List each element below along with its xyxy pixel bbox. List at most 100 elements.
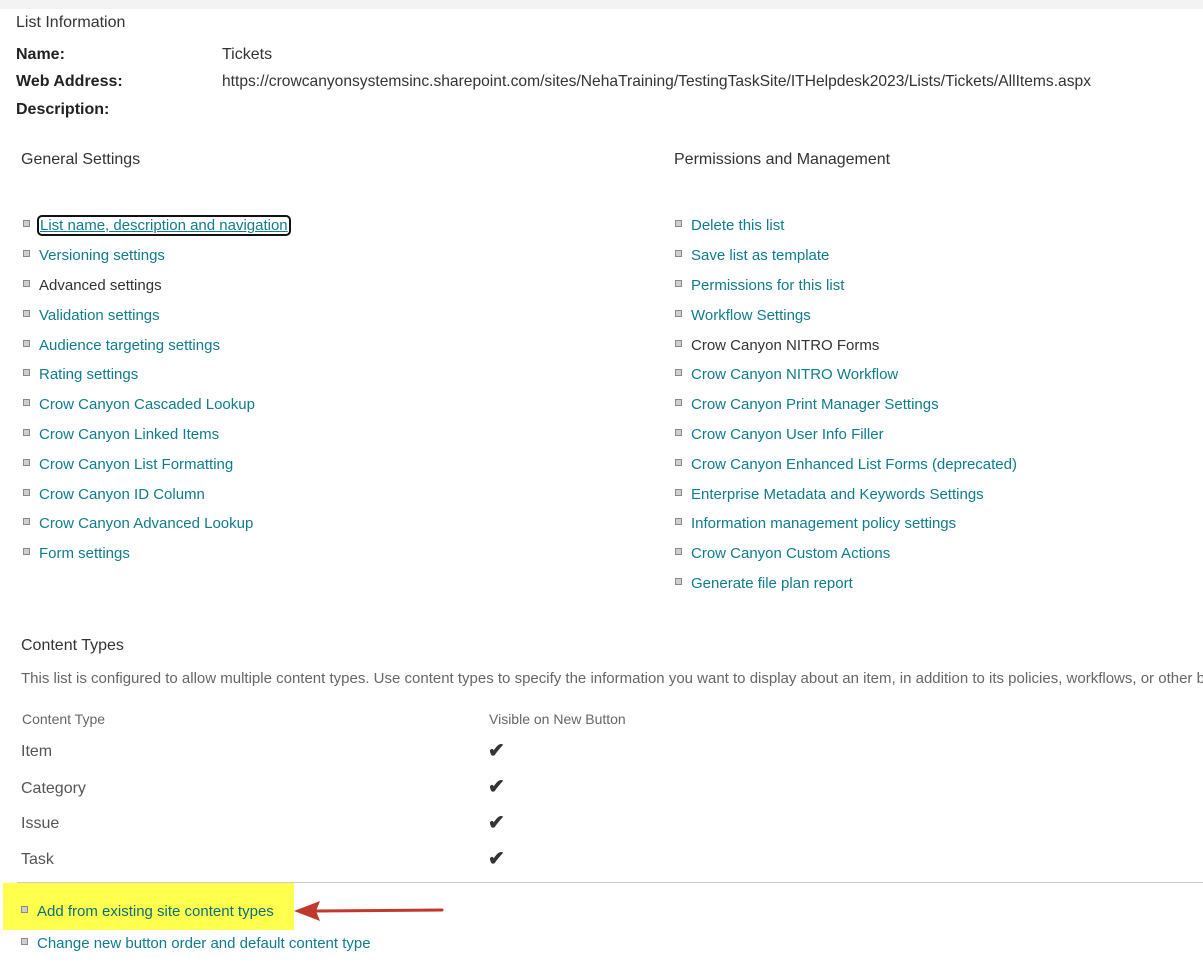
bullet-icon — [23, 250, 30, 258]
bullet-icon — [675, 250, 682, 258]
nitro-forms-link[interactable]: Crow Canyon NITRO Forms — [691, 337, 879, 354]
content-types-description: This list is configured to allow multipl… — [21, 670, 1203, 687]
linked-items-link[interactable]: Crow Canyon Linked Items — [39, 426, 219, 443]
list-information-heading: List Information — [16, 14, 126, 31]
bullet-icon — [675, 488, 682, 496]
visible-on-new-button-column-header: Visible on New Button — [489, 711, 626, 727]
rating-settings-link[interactable]: Rating settings — [39, 366, 138, 383]
name-value: Tickets — [222, 46, 273, 63]
list-item: Workflow Settings — [675, 300, 1017, 330]
bullet-icon — [675, 577, 682, 585]
list-item: Rating settings — [23, 360, 289, 390]
permissions-management-list: Delete this list Save list as template P… — [675, 211, 1017, 598]
id-column-link[interactable]: Crow Canyon ID Column — [39, 486, 205, 503]
list-item: Validation settings — [23, 300, 289, 330]
bullet-icon — [23, 399, 30, 407]
web-address-label: Web Address: — [16, 73, 123, 90]
top-bar — [0, 0, 1203, 9]
list-item: Crow Canyon Print Manager Settings — [675, 390, 1017, 420]
list-item: Information management policy settings — [675, 509, 1017, 539]
cascaded-lookup-link[interactable]: Crow Canyon Cascaded Lookup — [39, 396, 255, 413]
checkmark-icon: ✔ — [488, 740, 505, 762]
general-settings-heading: General Settings — [21, 151, 141, 168]
bullet-icon — [675, 548, 682, 556]
advanced-lookup-link[interactable]: Crow Canyon Advanced Lookup — [39, 515, 253, 532]
list-item: Audience targeting settings — [23, 330, 289, 360]
add-existing-content-types-link[interactable]: Add from existing site content types — [37, 903, 274, 920]
checkmark-icon: ✔ — [488, 776, 505, 798]
bullet-icon — [675, 428, 682, 436]
workflow-settings-link[interactable]: Workflow Settings — [691, 307, 811, 324]
content-type-task[interactable]: Task — [21, 851, 54, 869]
list-item: Delete this list — [675, 211, 1017, 241]
audience-targeting-settings-link[interactable]: Audience targeting settings — [39, 337, 220, 354]
list-item: Permissions for this list — [675, 271, 1017, 301]
print-manager-settings-link[interactable]: Crow Canyon Print Manager Settings — [691, 396, 939, 413]
bullet-icon — [23, 488, 30, 496]
bullet-icon — [675, 458, 682, 466]
list-item: Crow Canyon User Info Filler — [675, 420, 1017, 450]
bullet-icon — [23, 458, 30, 466]
bullet-icon — [675, 399, 682, 407]
permissions-link[interactable]: Permissions for this list — [691, 277, 844, 294]
bullet-icon — [21, 905, 28, 913]
bullet-icon — [23, 279, 30, 287]
checkmark-icon: ✔ — [488, 812, 505, 834]
delete-list-link[interactable]: Delete this list — [691, 217, 784, 234]
custom-actions-link[interactable]: Crow Canyon Custom Actions — [691, 545, 890, 562]
enterprise-metadata-link[interactable]: Enterprise Metadata and Keywords Setting… — [691, 486, 984, 503]
list-item: Save list as template — [675, 241, 1017, 271]
list-item: Crow Canyon Linked Items — [23, 420, 289, 450]
list-item: Crow Canyon Custom Actions — [675, 539, 1017, 569]
list-item: Advanced settings — [23, 271, 289, 301]
content-type-issue[interactable]: Issue — [21, 815, 59, 833]
description-label: Description: — [16, 101, 110, 118]
list-item: Enterprise Metadata and Keywords Setting… — [675, 479, 1017, 509]
general-settings-list: List name, description and navigation Ve… — [23, 211, 291, 569]
advanced-settings-link[interactable]: Advanced settings — [39, 277, 162, 294]
list-item: Form settings — [23, 539, 289, 569]
bullet-icon — [675, 309, 682, 317]
red-arrow-annotation-icon — [294, 901, 444, 921]
web-address-value: https://crowcanyonsystemsinc.sharepoint.… — [222, 73, 1091, 90]
bullet-icon — [23, 428, 30, 436]
list-formatting-link[interactable]: Crow Canyon List Formatting — [39, 456, 233, 473]
bullet-icon — [675, 220, 682, 228]
user-info-filler-link[interactable]: Crow Canyon User Info Filler — [691, 426, 884, 443]
information-management-policy-link[interactable]: Information management policy settings — [691, 515, 956, 532]
list-item: Crow Canyon Enhanced List Forms (depreca… — [675, 449, 1017, 479]
bullet-icon — [23, 548, 30, 556]
enhanced-list-forms-link[interactable]: Crow Canyon Enhanced List Forms (depreca… — [691, 456, 1017, 473]
bullet-icon — [675, 518, 682, 526]
form-settings-link[interactable]: Form settings — [39, 545, 130, 562]
save-as-template-link[interactable]: Save list as template — [691, 247, 829, 264]
bullet-icon — [675, 279, 682, 287]
content-type-column-header: Content Type — [22, 711, 106, 727]
nitro-workflow-link[interactable]: Crow Canyon NITRO Workflow — [691, 366, 898, 383]
content-type-item[interactable]: Item — [21, 743, 52, 761]
content-type-category[interactable]: Category — [21, 780, 86, 798]
bullet-icon — [21, 937, 28, 945]
list-item: Versioning settings — [23, 241, 289, 271]
list-item: Crow Canyon ID Column — [23, 479, 289, 509]
versioning-settings-link[interactable]: Versioning settings — [39, 247, 165, 264]
change-button-order-link[interactable]: Change new button order and default cont… — [37, 935, 371, 952]
name-label: Name: — [16, 46, 65, 63]
bullet-icon — [23, 369, 30, 377]
list-item: Crow Canyon NITRO Forms — [675, 330, 1017, 360]
list-name-description-navigation-link[interactable]: List name, description and navigation — [37, 215, 291, 237]
list-item: List name, description and navigation — [23, 211, 291, 241]
bullet-icon — [23, 220, 30, 228]
generate-file-plan-report-link[interactable]: Generate file plan report — [691, 575, 853, 592]
permissions-management-heading: Permissions and Management — [674, 151, 891, 168]
list-item: Crow Canyon Cascaded Lookup — [23, 390, 289, 420]
bullet-icon — [23, 309, 30, 317]
list-item: Crow Canyon List Formatting — [23, 449, 289, 479]
bullet-icon — [23, 339, 30, 347]
list-item: Crow Canyon NITRO Workflow — [675, 360, 1017, 390]
bullet-icon — [23, 518, 30, 526]
validation-settings-link[interactable]: Validation settings — [39, 307, 160, 324]
bullet-icon — [675, 369, 682, 377]
list-item: Generate file plan report — [675, 569, 1017, 599]
bullet-icon — [675, 339, 682, 347]
